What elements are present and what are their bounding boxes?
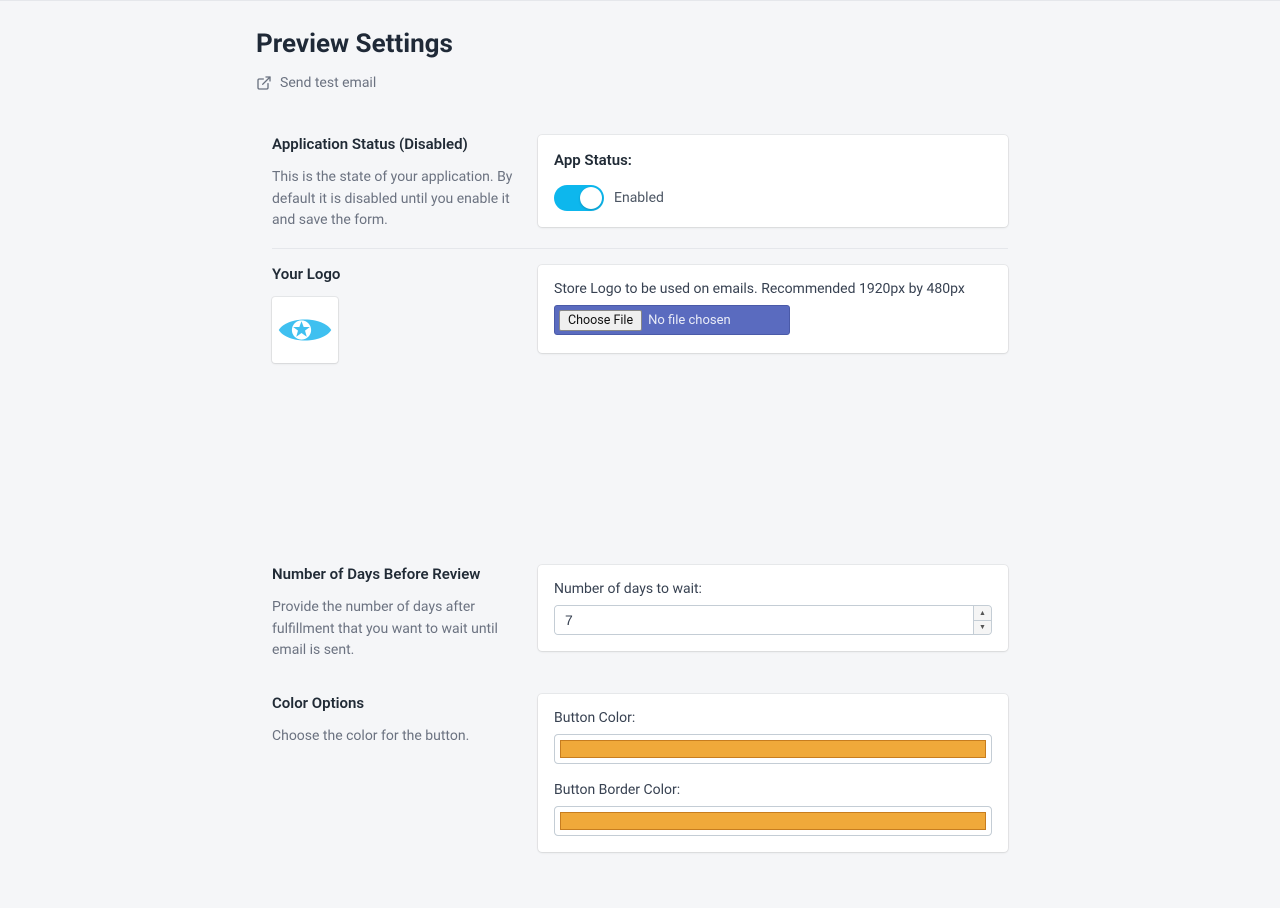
button-border-color-label: Button Border Color: xyxy=(554,782,992,798)
color-description: Choose the color for the button. xyxy=(272,726,518,748)
app-status-label: App Status: xyxy=(554,151,992,169)
days-card: Number of days to wait: ▲ ▼ xyxy=(538,565,1008,651)
color-heading: Color Options xyxy=(272,694,518,712)
external-link-icon xyxy=(256,75,272,91)
days-number-input[interactable] xyxy=(555,606,973,634)
button-border-color-swatch[interactable] xyxy=(560,812,986,830)
logo-file-input[interactable]: Choose File No file chosen xyxy=(554,305,790,335)
days-step-up[interactable]: ▲ xyxy=(974,606,991,620)
days-description: Provide the number of days after fulfill… xyxy=(272,597,518,662)
section-days: Number of Days Before Review Provide the… xyxy=(256,549,1024,678)
section-application-status: Application Status (Disabled) This is th… xyxy=(256,119,1024,248)
button-color-label: Button Color: xyxy=(554,710,992,726)
logo-thumbnail xyxy=(272,297,338,363)
logo-heading: Your Logo xyxy=(272,265,518,283)
section-color: Color Options Choose the color for the b… xyxy=(256,678,1024,868)
logo-upload-label: Store Logo to be used on emails. Recomme… xyxy=(554,281,992,297)
days-step-down[interactable]: ▼ xyxy=(974,620,991,635)
logo-card: Store Logo to be used on emails. Recomme… xyxy=(538,265,1008,353)
app-status-toggle[interactable] xyxy=(554,185,604,211)
send-test-email-label: Send test email xyxy=(280,75,376,91)
button-border-color-input[interactable] xyxy=(554,806,992,836)
section-logo: Your Logo Store Logo to be used on email… xyxy=(256,249,1024,549)
days-heading: Number of Days Before Review xyxy=(272,565,518,583)
button-color-swatch[interactable] xyxy=(560,740,986,758)
status-card: App Status: Enabled xyxy=(538,135,1008,227)
settings-container: Preview Settings Send test email Applica… xyxy=(256,1,1024,908)
file-chosen-text: No file chosen xyxy=(648,313,731,328)
status-heading: Application Status (Disabled) xyxy=(272,135,518,153)
page-title: Preview Settings xyxy=(256,29,1024,59)
eye-star-icon xyxy=(277,313,333,347)
send-test-email-link[interactable]: Send test email xyxy=(256,75,376,91)
choose-file-button[interactable]: Choose File xyxy=(559,310,642,331)
color-card: Button Color: Button Border Color: xyxy=(538,694,1008,852)
days-input-label: Number of days to wait: xyxy=(554,581,992,597)
app-status-state: Enabled xyxy=(614,190,664,206)
days-number-input-wrap: ▲ ▼ xyxy=(554,605,992,635)
button-color-input[interactable] xyxy=(554,734,992,764)
status-description: This is the state of your application. B… xyxy=(272,167,518,232)
